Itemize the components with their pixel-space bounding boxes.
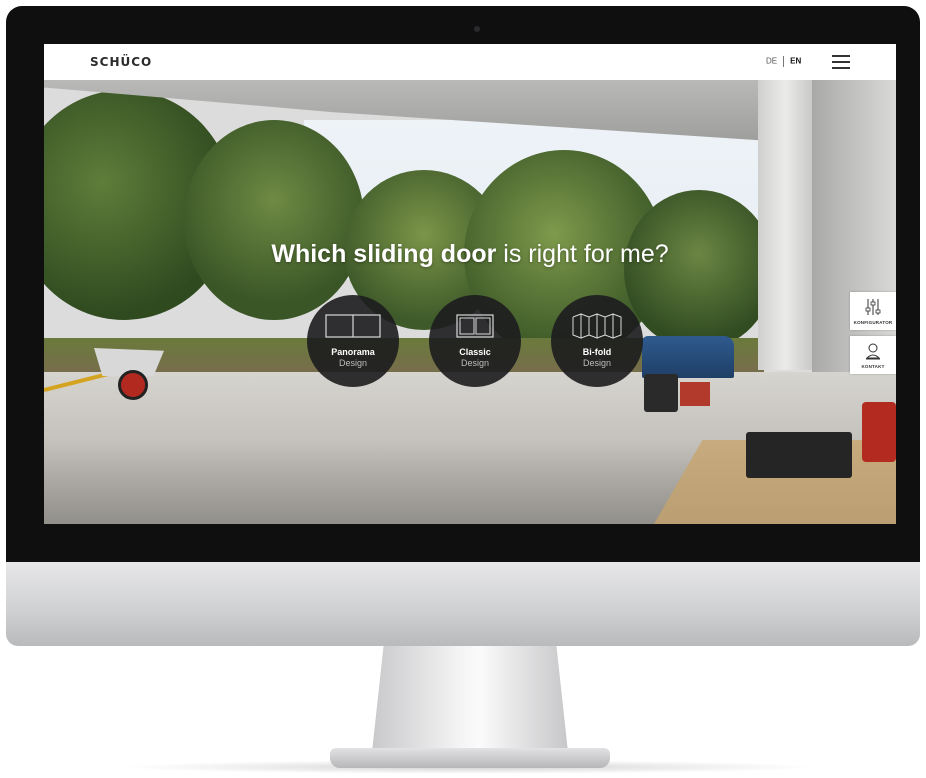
panorama-door-icon	[325, 314, 381, 338]
option-subtitle: Design	[582, 358, 611, 368]
bifold-design-option[interactable]: Bi-fold Design	[551, 295, 643, 387]
contact-label: KONTAKT	[861, 364, 885, 369]
hero-headline-light: is right for me?	[503, 240, 669, 268]
bifold-door-icon	[572, 313, 622, 339]
schueco-logo[interactable]: SCHÜCO	[90, 55, 152, 69]
desktop-monitor-mockup: SCHÜCO DE EN Which sliding door is right…	[0, 0, 926, 778]
red-crate	[680, 382, 710, 406]
option-title: Classic	[459, 347, 491, 357]
option-subtitle: Design	[460, 358, 489, 368]
black-bucket	[644, 374, 678, 412]
wheelbarrow-wheel	[118, 370, 148, 400]
contact-person-icon	[865, 343, 881, 360]
black-storage-box	[746, 432, 852, 478]
tree	[624, 190, 774, 350]
camera-icon	[474, 26, 480, 32]
configurator-label: KONFIGURATOR	[853, 320, 893, 325]
blue-tarp	[642, 336, 734, 378]
configurator-button[interactable]: KONFIGURATOR	[850, 292, 896, 330]
hero-headline: Which sliding door is right for me?	[44, 240, 896, 269]
tree	[184, 120, 364, 320]
panorama-design-option[interactable]: Panorama Design	[307, 295, 399, 387]
red-paint-can	[862, 402, 896, 462]
option-title: Bi-fold	[582, 347, 612, 357]
concrete-pillar	[758, 80, 812, 370]
classic-design-option[interactable]: Classic Design	[429, 295, 521, 387]
hamburger-menu-icon[interactable]	[832, 55, 850, 69]
option-subtitle: Design	[338, 358, 367, 368]
site-header: SCHÜCO DE EN	[44, 44, 896, 80]
contact-button[interactable]: KONTAKT	[850, 336, 896, 374]
monitor-stand-base	[330, 748, 610, 768]
language-switcher: DE EN	[766, 56, 801, 67]
classic-door-icon	[456, 314, 494, 338]
monitor-chin	[6, 560, 920, 646]
option-title: Panorama	[331, 347, 375, 357]
lang-en-link[interactable]: EN	[790, 57, 801, 66]
monitor-stand	[372, 644, 568, 752]
browser-screen: SCHÜCO DE EN Which sliding door is right…	[44, 44, 896, 524]
hero-headline-bold: Which sliding door	[271, 240, 497, 268]
sliders-icon	[865, 299, 881, 315]
lang-divider	[783, 56, 785, 67]
lang-de-link[interactable]: DE	[766, 57, 777, 66]
